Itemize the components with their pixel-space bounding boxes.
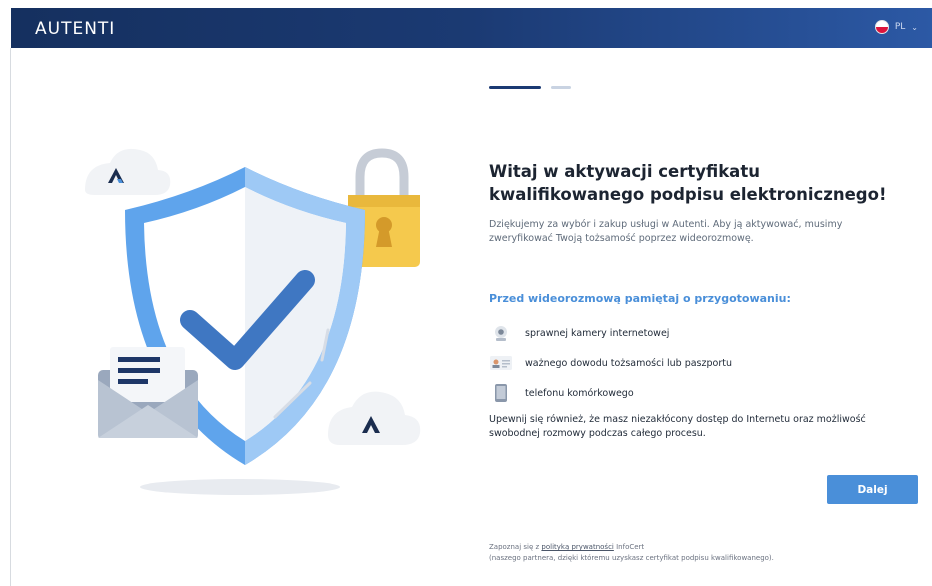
next-button[interactable]: Dalej (827, 475, 918, 504)
top-bar: AUTENTI PL ⌄ (11, 8, 932, 48)
security-illustration (85, 148, 421, 495)
list-item-id: ważnego dowodu tożsamości lub paszportu (489, 348, 849, 378)
list-item-camera: sprawnej kamery internetowej (489, 318, 849, 348)
privacy-policy-link[interactable]: polityką prywatności (541, 543, 613, 551)
progress-step-1 (489, 86, 541, 89)
webcam-icon (489, 323, 513, 343)
footer-line-1: Zapoznaj się z polityką prywatności Info… (489, 542, 909, 553)
intro-text: Dziękujemy za wybór i zakup usługi w Aut… (489, 219, 843, 244)
footer-line-2: (naszego partnera, dzięki któremu uzyska… (489, 554, 774, 562)
step-progress (489, 86, 571, 89)
id-card-icon (489, 353, 513, 373)
list-item-label: sprawnej kamery internetowej (525, 327, 670, 339)
preparation-list: sprawnej kamery internetowej ważnego dow… (489, 318, 849, 408)
chevron-down-icon: ⌄ (911, 22, 918, 32)
envelope-icon (98, 347, 198, 438)
connection-note: Upewnij się również, że masz niezakłócon… (489, 414, 866, 439)
cloud-logo-icon-2 (328, 391, 421, 445)
language-code: PL (894, 22, 906, 32)
list-item-label: telefonu komórkowego (525, 387, 634, 399)
autenti-logo[interactable]: AUTENTI (35, 19, 115, 39)
language-selector[interactable]: PL ⌄ (874, 20, 918, 34)
shadow (140, 479, 340, 495)
phone-icon (489, 383, 513, 403)
footer-prefix: Zapoznaj się z (489, 543, 542, 551)
page: AUTENTI PL ⌄ Witaj w aktywacji certyfika… (0, 0, 932, 586)
privacy-footer: Zapoznaj się z polityką prywatności Info… (489, 542, 909, 564)
page-title: Witaj w aktywacji certyfikatu kwalifikow… (489, 162, 887, 204)
preparation-heading: Przed wideorozmową pamiętaj o przygotowa… (489, 292, 791, 305)
list-item-phone: telefonu komórkowego (489, 378, 849, 408)
left-border (0, 48, 11, 586)
list-item-label: ważnego dowodu tożsamości lub paszportu (525, 357, 732, 369)
progress-step-2 (551, 86, 571, 89)
footer-suffix: InfoCert (613, 543, 645, 551)
cloud-logo-icon (85, 148, 171, 195)
poland-flag-icon (874, 20, 889, 34)
